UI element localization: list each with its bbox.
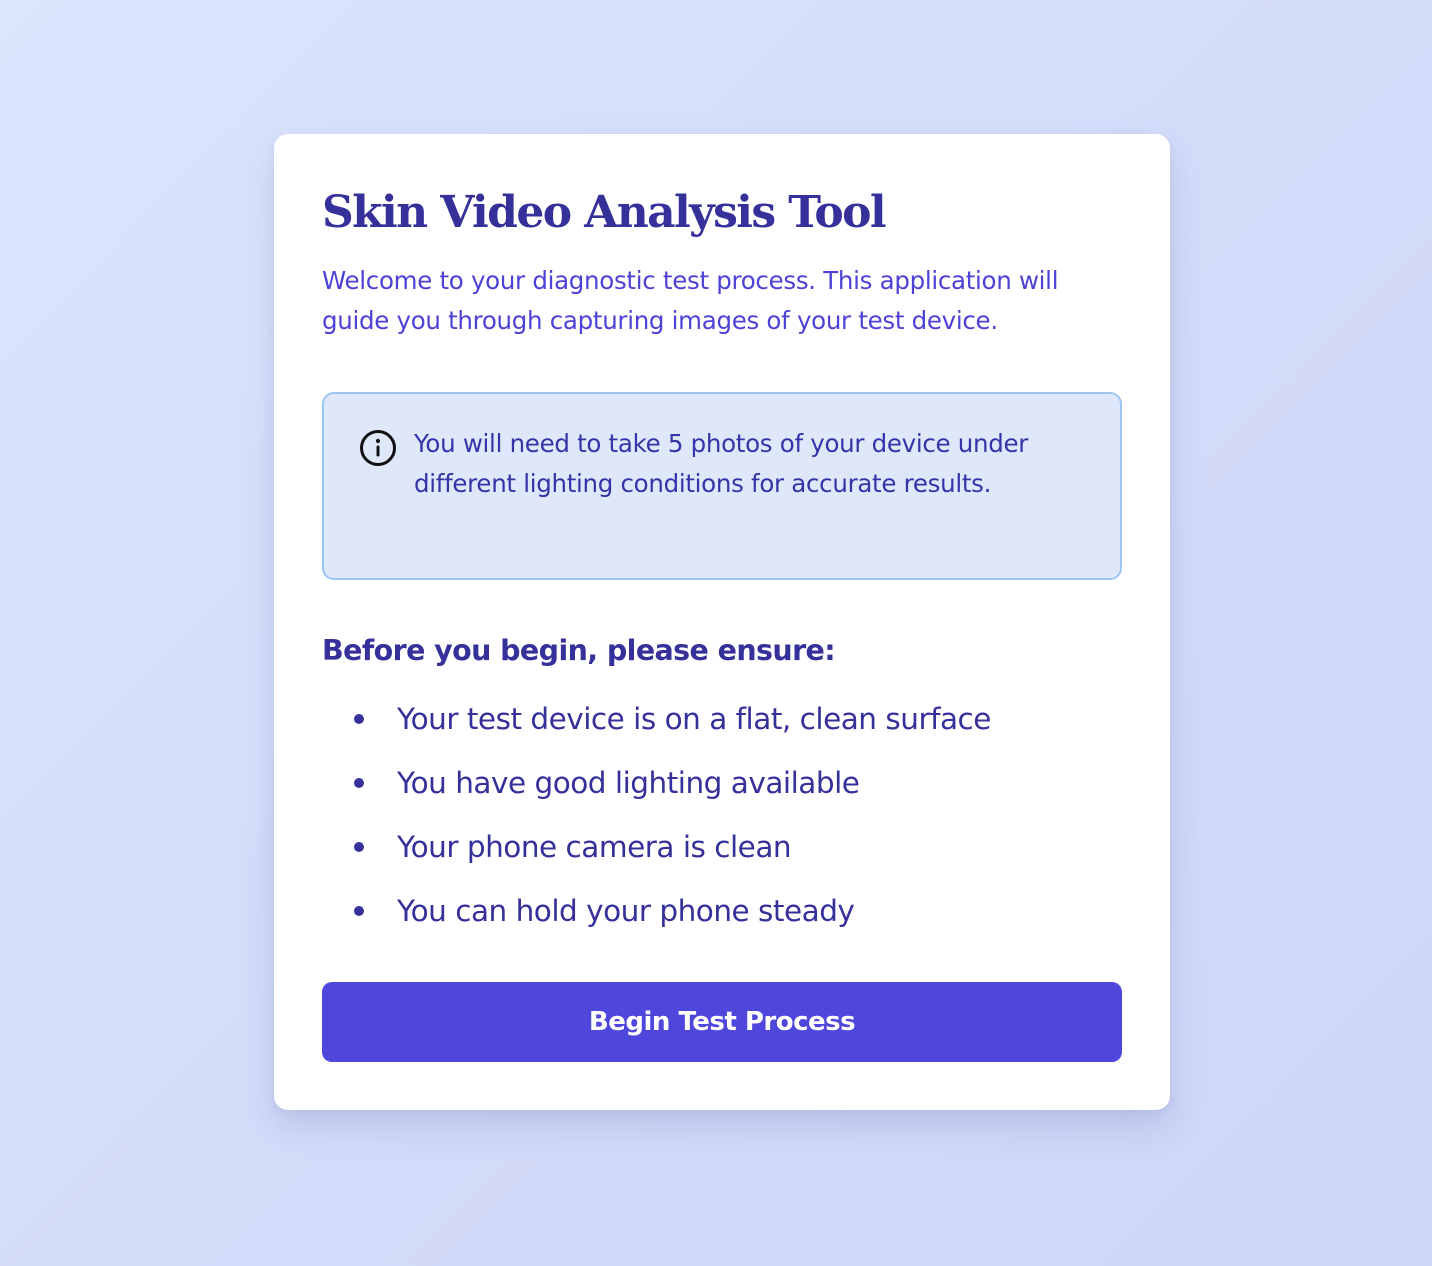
list-item: You can hold your phone steady [322,879,1122,943]
list-item: You have good lighting available [322,751,1122,815]
list-item: Your test device is on a flat, clean sur… [322,687,1122,751]
info-circle-icon [358,428,398,468]
prerequisites-list: Your test device is on a flat, clean sur… [322,687,1122,943]
welcome-description: Welcome to your diagnostic test process.… [322,266,1059,335]
list-item-label: You can hold your phone steady [397,894,855,928]
bullet-icon [354,778,364,788]
info-callout: You will need to take 5 photos of your d… [322,392,1122,580]
bullet-icon [354,714,364,724]
bullet-icon [354,906,364,916]
info-text: You will need to take 5 photos of your d… [414,429,1029,498]
begin-test-button[interactable]: Begin Test Process [322,982,1122,1062]
welcome-card: Skin Video Analysis Tool Welcome to your… [274,134,1170,1110]
list-item-label: You have good lighting available [397,766,860,800]
checklist-heading: Before you begin, please ensure: [322,634,836,667]
list-item-label: Your test device is on a flat, clean sur… [397,702,991,736]
page-title: Skin Video Analysis Tool [322,187,887,238]
list-item: Your phone camera is clean [322,815,1122,879]
bullet-icon [354,842,364,852]
list-item-label: Your phone camera is clean [397,830,792,864]
